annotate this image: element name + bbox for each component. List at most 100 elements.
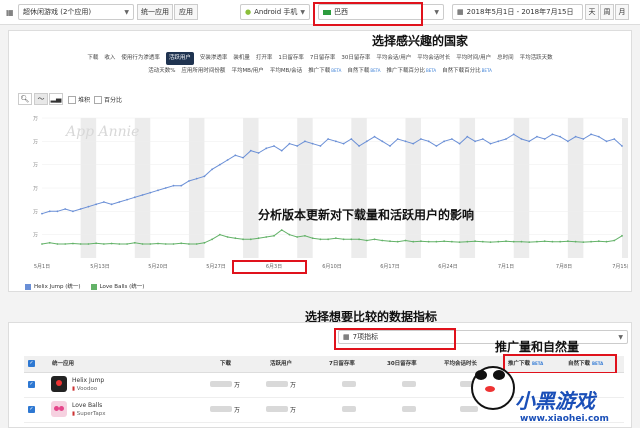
app-icon-helix — [51, 376, 67, 392]
granularity-day[interactable]: 天 — [585, 4, 599, 20]
data-point-1 — [334, 237, 337, 240]
col-header-app[interactable]: 统一应用 — [52, 356, 74, 372]
data-point-0 — [327, 138, 330, 140]
data-point-1 — [203, 241, 206, 244]
app-name[interactable]: Helix Jump — [72, 377, 104, 384]
y-tick-label: 万 — [33, 233, 38, 239]
metric-tab[interactable]: 30日留存率 — [341, 53, 370, 64]
data-point-1 — [412, 240, 415, 243]
metric-tab[interactable]: 应用所用时间份额 — [181, 66, 225, 77]
data-point-0 — [481, 138, 484, 140]
bar-chart-button[interactable]: ▂▄ — [49, 93, 63, 105]
publisher-name[interactable]: ▮ Voodoo — [72, 386, 97, 392]
data-point-0 — [141, 194, 144, 196]
zoom-button[interactable]: 🔍︎ — [18, 93, 32, 105]
metric-tab[interactable]: 推广下载百分比BETA — [387, 65, 437, 77]
data-point-0 — [489, 142, 492, 145]
data-point-1 — [373, 238, 376, 241]
data-point-1 — [528, 241, 531, 244]
select-all-checkbox[interactable]: ✓ — [28, 360, 35, 367]
metric-tab[interactable]: 总时间 — [497, 53, 514, 64]
metric-tab[interactable]: 装机量 — [233, 53, 250, 64]
flag-icon: ▮ — [72, 411, 76, 417]
granularity-month[interactable]: 月 — [615, 4, 629, 20]
data-point-1 — [597, 240, 600, 243]
row-checkbox[interactable]: ✓ — [28, 381, 35, 388]
downloads-unit: 万 — [234, 407, 241, 414]
brand-url: www.xiaohei.com — [520, 414, 609, 424]
data-point-1 — [621, 234, 623, 237]
active-users-chart[interactable]: 万万万万万万5月1日 5月13日 5月20日 5月27日 6月3日 6月10日 6月17日 6… — [18, 110, 628, 280]
data-point-0 — [149, 191, 152, 194]
data-point-0 — [420, 138, 422, 140]
data-point-1 — [296, 236, 299, 238]
data-point-1 — [249, 238, 252, 241]
calendar-icon: ▦ — [457, 8, 464, 16]
data-point-1 — [520, 240, 523, 243]
metric-tab[interactable]: 自然下载BETA — [347, 65, 380, 77]
col-header-30d-retention[interactable]: 30日留存率 — [387, 356, 417, 372]
data-point-0 — [280, 149, 283, 152]
data-point-0 — [474, 140, 476, 143]
metric-tab[interactable]: 1日留存率 — [278, 53, 304, 64]
unified-app-button[interactable]: 统一应用 — [137, 4, 173, 20]
metric-tab[interactable]: 平均会话时长 — [417, 53, 450, 64]
data-point-0 — [528, 140, 531, 143]
metric-tab[interactable]: 推广下载BETA — [308, 65, 341, 77]
data-point-1 — [489, 241, 492, 244]
stack-checkbox[interactable]: 堆积 — [68, 95, 90, 104]
app-group-select[interactable]: 超休闲游戏 (2个应用) ▼ — [18, 4, 134, 20]
version-update-highlight-box — [232, 260, 307, 274]
metric-tab[interactable]: 收入 — [104, 53, 115, 64]
data-point-1 — [404, 239, 407, 242]
granularity-week[interactable]: 周 — [600, 4, 614, 20]
data-point-1 — [350, 238, 353, 241]
metric-tab[interactable]: 平均会话/用户 — [376, 53, 411, 64]
metric-tab[interactable]: 平均MB/会话 — [270, 66, 302, 77]
data-point-0 — [195, 177, 198, 180]
metric-tab[interactable]: 打开率 — [256, 53, 273, 64]
data-point-0 — [342, 142, 345, 145]
metric-tab[interactable]: 活动天数% — [148, 66, 175, 77]
x-tick-label: 5月27日 — [206, 264, 226, 270]
data-point-0 — [412, 142, 415, 145]
data-point-0 — [319, 145, 322, 147]
col-header-7d-retention[interactable]: 7日留存率 — [329, 356, 355, 372]
metric-tab[interactable]: 活跃用户 — [165, 52, 194, 65]
app-button[interactable]: 应用 — [174, 4, 198, 20]
percent-checkbox[interactable]: 百分比 — [94, 95, 122, 104]
publisher-name[interactable]: ▮ SuperTapx — [72, 411, 105, 417]
weekend-band — [622, 118, 628, 258]
device-select[interactable]: ● Android 手机 ▼ — [240, 4, 310, 20]
metric-tab[interactable]: 7日留存率 — [310, 53, 336, 64]
line-chart-button[interactable]: 〜 — [34, 93, 48, 105]
data-point-0 — [373, 135, 376, 138]
metric-tab[interactable]: 使用行为渗透率 — [121, 53, 160, 64]
data-point-1 — [327, 238, 330, 241]
metric-tab[interactable]: 平均MB/用户 — [231, 66, 263, 77]
data-point-1 — [273, 234, 275, 237]
metric-tab[interactable]: 下载 — [87, 53, 98, 64]
data-point-1 — [481, 240, 484, 243]
data-point-0 — [381, 140, 384, 143]
row-checkbox[interactable]: ✓ — [28, 406, 35, 413]
data-point-1 — [536, 240, 538, 243]
date-range-select[interactable]: ▦ 2018年5月1日 - 2018年7月15日 — [452, 4, 583, 20]
metric-tab[interactable]: 平均活跃天数 — [520, 53, 553, 64]
metrics-highlight-box — [334, 328, 456, 350]
legend-item-helix[interactable]: Helix Jump (统一) — [25, 282, 81, 290]
col-header-active-users[interactable]: 活跃用户 — [270, 356, 292, 372]
metric-tab[interactable]: 安装渗透率 — [200, 53, 228, 64]
metric-tab[interactable]: 自然下载百分比BETA — [442, 65, 492, 77]
android-icon: ● — [245, 8, 252, 16]
app-name[interactable]: Love Balls — [72, 402, 102, 409]
data-point-0 — [311, 142, 314, 145]
legend-item-loveballs[interactable]: Love Balls (统一) — [90, 282, 144, 290]
blurred-users — [266, 406, 288, 412]
blurred-users — [266, 381, 288, 387]
col-header-downloads[interactable]: 下载 — [220, 356, 231, 372]
data-point-1 — [48, 241, 51, 244]
data-point-0 — [188, 180, 190, 182]
metric-tab[interactable]: 平均时间/用户 — [456, 53, 491, 64]
data-point-0 — [590, 133, 592, 136]
